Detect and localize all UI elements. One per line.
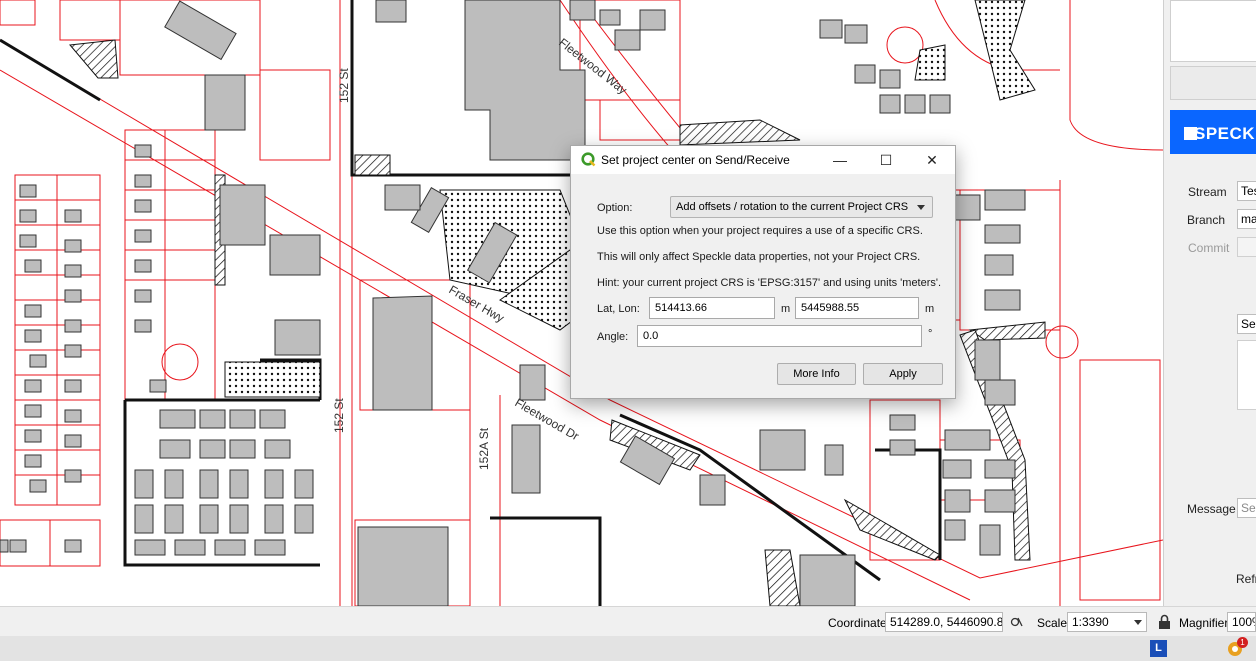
taskbar: L 1 bbox=[0, 636, 1256, 661]
coordinate-field[interactable]: 514289.0, 5446090.8 bbox=[885, 612, 1003, 632]
option-label: Option: bbox=[597, 202, 633, 214]
qgis-icon bbox=[581, 152, 596, 167]
lat-unit: m bbox=[781, 303, 791, 315]
maximize-button[interactable]: ☐ bbox=[863, 146, 909, 174]
map-label-152-st-top: 152 St bbox=[337, 68, 351, 103]
panel-top-area bbox=[1170, 0, 1256, 62]
info-text-1: Use this option when your project requir… bbox=[597, 225, 923, 237]
commit-select[interactable] bbox=[1237, 237, 1256, 257]
scale-value: 1:3390 bbox=[1072, 615, 1109, 629]
panel-toolbar-area bbox=[1170, 66, 1256, 100]
latlon-label: Lat, Lon: bbox=[597, 303, 640, 315]
speckle-panel: SPECK Stream Tes Branch mai Commit Ser M… bbox=[1163, 0, 1256, 606]
minimize-button[interactable]: — bbox=[817, 146, 863, 174]
more-info-button[interactable]: More Info bbox=[777, 363, 856, 385]
map-label-152a-st: 152A St bbox=[477, 427, 491, 470]
magnifier-label: Magnifier bbox=[1179, 616, 1229, 630]
dialog-title: Set project center on Send/Receive bbox=[601, 153, 790, 167]
map-label-152-st-bottom: 152 St bbox=[332, 398, 346, 433]
angle-input[interactable]: 0.0 bbox=[637, 325, 922, 347]
close-button[interactable]: ✕ bbox=[909, 146, 955, 174]
option-select[interactable]: Add offsets / rotation to the current Pr… bbox=[670, 196, 933, 218]
speckle-banner-text: SPECK bbox=[1194, 124, 1256, 143]
apply-button[interactable]: Apply bbox=[863, 363, 943, 385]
message-label: Message bbox=[1187, 502, 1236, 516]
lon-input[interactable]: 5445988.55 bbox=[795, 297, 919, 319]
commit-label: Commit bbox=[1188, 241, 1230, 255]
taskbar-app-badge[interactable]: L bbox=[1150, 640, 1167, 657]
dialog-title-bar[interactable]: Set project center on Send/Receive — ☐ ✕ bbox=[571, 146, 955, 174]
scale-label: Scale bbox=[1037, 616, 1068, 630]
coordinate-toggle-icon[interactable] bbox=[1010, 615, 1024, 629]
speckle-banner: SPECK bbox=[1170, 110, 1256, 154]
hint-text: Hint: your current project CRS is 'EPSG:… bbox=[597, 277, 942, 289]
lock-icon[interactable] bbox=[1158, 614, 1171, 630]
option-value: Add offsets / rotation to the current Pr… bbox=[676, 201, 909, 213]
branch-select[interactable]: mai bbox=[1237, 209, 1256, 229]
chevron-down-icon bbox=[917, 205, 925, 210]
status-bar: Coordinate 514289.0, 5446090.8 Scale 1:3… bbox=[0, 606, 1256, 637]
info-text-2: This will only affect Speckle data prope… bbox=[597, 251, 921, 263]
angle-label: Angle: bbox=[597, 331, 629, 343]
chevron-down-icon bbox=[1134, 620, 1142, 625]
notification-count-badge: 1 bbox=[1237, 637, 1248, 648]
lon-unit: m bbox=[925, 303, 935, 315]
refresh-label[interactable]: Refr bbox=[1236, 572, 1256, 586]
notification-icon[interactable]: 1 bbox=[1226, 637, 1248, 658]
message-input[interactable]: Sen bbox=[1237, 498, 1256, 518]
scale-select[interactable]: 1:3390 bbox=[1067, 612, 1147, 632]
panel-list-area bbox=[1237, 340, 1256, 410]
coordinate-label: Coordinate bbox=[828, 616, 887, 630]
set-project-center-dialog: Set project center on Send/Receive — ☐ ✕… bbox=[570, 145, 956, 399]
stream-label: Stream bbox=[1188, 185, 1227, 199]
branch-label: Branch bbox=[1187, 213, 1226, 227]
lat-input[interactable]: 514413.66 bbox=[649, 297, 775, 319]
stream-select[interactable]: Tes bbox=[1237, 181, 1256, 201]
send-mode-select[interactable]: Ser bbox=[1237, 314, 1256, 334]
angle-unit: ° bbox=[928, 328, 933, 340]
magnifier-field[interactable]: 100% bbox=[1227, 612, 1256, 632]
